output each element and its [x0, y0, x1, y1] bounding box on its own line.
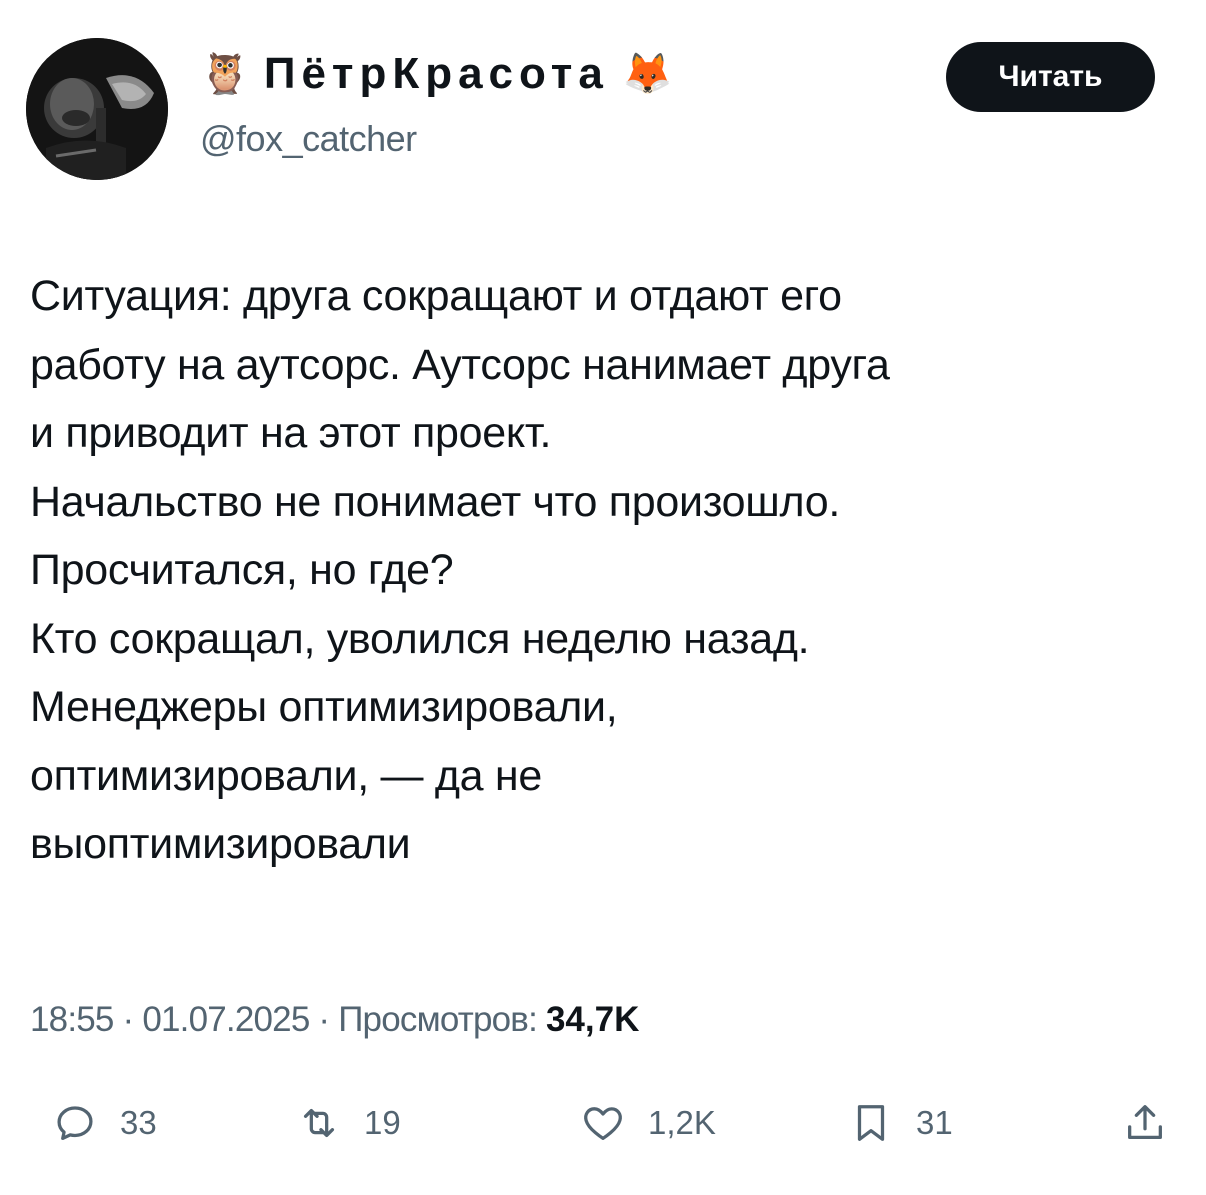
reply-button[interactable]: 33 [52, 1088, 157, 1158]
tweet-line: Просчитался, но где? [30, 546, 454, 594]
views-label: Просмотров: [338, 1000, 538, 1039]
reply-icon [57, 1106, 93, 1140]
bookmark-count: 31 [916, 1104, 953, 1141]
tweet-date[interactable]: 01.07.2025 [142, 1000, 310, 1039]
action-bar: 33 19 1,2K 31 [0, 1088, 1206, 1158]
bookmark-button[interactable]: 31 [848, 1088, 953, 1158]
repost-icon [303, 1108, 335, 1138]
tweet-time[interactable]: 18:55 [30, 1000, 114, 1039]
tweet-text: Ситуация: друга сокращают и отдают его р… [30, 262, 1170, 879]
heart-icon [584, 1107, 622, 1140]
share-button[interactable] [1122, 1088, 1168, 1158]
reply-count: 33 [120, 1104, 157, 1141]
avatar[interactable] [26, 38, 168, 180]
follow-button[interactable]: Читать [946, 42, 1155, 112]
share-icon [1128, 1105, 1162, 1140]
tweet-line: работу на аутсорс. Аутсорс нанимает друг… [30, 340, 890, 389]
tweet-line: Начальство не понимает что произошло. [30, 477, 841, 526]
repost-count: 19 [364, 1104, 401, 1141]
tweet-line: Ситуация: друга сокращают и отдают его [30, 272, 842, 320]
meta-separator: · [122, 1000, 143, 1039]
author-display-name[interactable]: ПётрКрасота [264, 52, 609, 96]
tweet-line: оптимизировали, — да не [30, 751, 542, 800]
owl-emoji: 🦉 [200, 52, 250, 96]
tweet-line: Менеджеры оптимизировали, [30, 683, 618, 731]
like-button[interactable]: 1,2K [580, 1088, 716, 1158]
tweet-line: Кто сокращал, уволился неделю назад. [30, 614, 810, 663]
tweet-meta: 18:55 · 01.07.2025 · Просмотров: 34,7K [30, 1000, 639, 1040]
views-count: 34,7K [545, 1000, 640, 1039]
tweet-line: и приводит на этот проект. [30, 409, 552, 457]
avatar-image [26, 38, 168, 180]
author-handle[interactable]: @fox_catcher [200, 118, 417, 160]
bookmark-icon [857, 1105, 885, 1141]
repost-button[interactable]: 19 [296, 1088, 401, 1158]
author-name-row[interactable]: 🦉 ПётрКрасота 🦊 [200, 48, 673, 100]
fox-emoji: 🦊 [622, 52, 673, 96]
tweet-line: выоптимизировали [30, 820, 411, 868]
meta-separator: · [318, 1000, 339, 1039]
like-count: 1,2K [648, 1104, 716, 1141]
